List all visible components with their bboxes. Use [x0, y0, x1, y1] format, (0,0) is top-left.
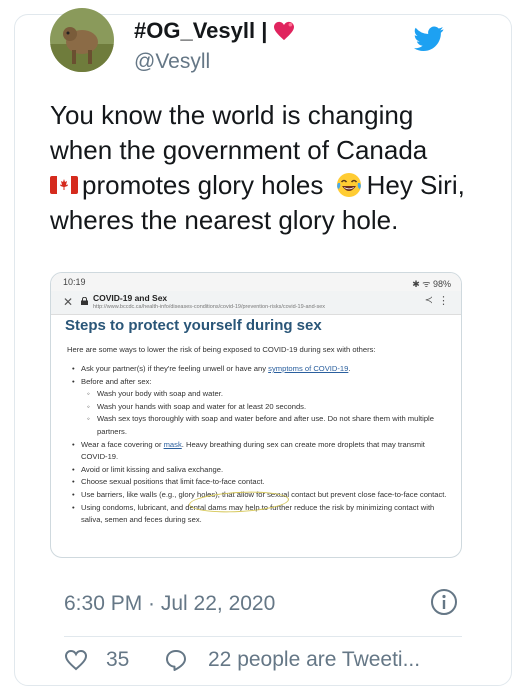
list-item: Wear a face covering or mask. Heavy brea… [67, 439, 453, 464]
user-handle[interactable]: @Vesyll [134, 50, 210, 74]
canada-flag-icon [50, 176, 78, 195]
tweet-text-part2: promotes glory holes [82, 170, 324, 200]
reply-bubble-icon[interactable] [164, 648, 188, 672]
status-time: 10:19 [63, 277, 86, 287]
display-name-text: #OG_Vesyll | [134, 18, 268, 43]
more-menu-icon: ⋮ [438, 295, 449, 307]
list-item: Choose sexual positions that limit face-… [67, 476, 453, 489]
list-item-text: Ask your partner(s) if they're feeling u… [81, 364, 269, 373]
tweet-timestamp[interactable]: 6:30 PM · Jul 22, 2020 [64, 592, 275, 616]
people-tweeting-text[interactable]: 22 people are Tweeti... [208, 648, 420, 672]
twitter-bird-icon[interactable] [414, 26, 444, 52]
list-item: Ask your partner(s) if they're feeling u… [67, 363, 453, 376]
like-heart-icon[interactable] [64, 649, 88, 671]
list-item-text: Wear a face covering or [81, 439, 164, 449]
avatar[interactable] [50, 8, 114, 72]
tears-of-joy-emoji-icon [336, 173, 361, 198]
sub-list-item: Wash your body with soap and water. [67, 388, 453, 401]
status-right: ✱ ᯤ 98% [412, 279, 451, 289]
sub-list-item: Wash your hands with soap and water for … [67, 401, 453, 414]
list-item: Before and after sex: [67, 376, 453, 389]
heart-emoji-icon [274, 21, 295, 41]
close-icon: ✕ [63, 295, 74, 309]
mask-link: mask [163, 439, 182, 449]
embedded-screenshot[interactable]: 10:19 ✱ ᯤ 98% ✕ COVID-19 and Sex http://… [50, 272, 462, 558]
list-item: Avoid or limit kissing and saliva exchan… [67, 464, 453, 477]
phone-status-bar: 10:19 ✱ ᯤ 98% [51, 273, 461, 291]
share-icon: ≺ [424, 295, 433, 306]
site-title: COVID-19 and Sex [93, 293, 168, 303]
symptoms-link: symptoms of COVID-19 [268, 364, 349, 373]
tweet-text: You know the world is changing when the … [50, 98, 470, 238]
browser-url-bar: ✕ COVID-19 and Sex http://www.bccdc.ca/h… [51, 291, 461, 315]
divider [64, 636, 462, 637]
page-heading: Steps to protect yourself during sex [65, 317, 322, 334]
sub-list-item: Wash sex toys thoroughly with soap and w… [67, 413, 453, 438]
lock-icon [81, 297, 88, 305]
list-item-text: . [348, 364, 351, 373]
info-icon[interactable] [430, 588, 458, 616]
site-url: http://www.bccdc.ca/health-info/diseases… [93, 304, 326, 310]
tweet-text-part1: You know the world is changing when the … [50, 100, 428, 165]
page-intro: Here are some ways to lower the risk of … [67, 345, 376, 354]
like-count: 35 [106, 648, 130, 671]
display-name[interactable]: #OG_Vesyll | [134, 18, 295, 44]
